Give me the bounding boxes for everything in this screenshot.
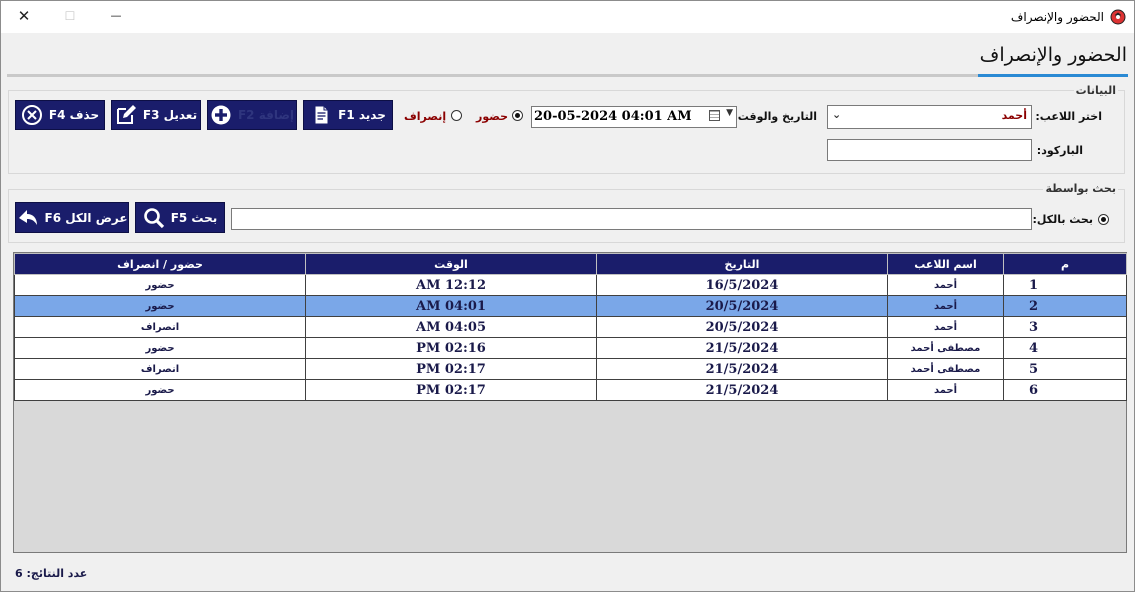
table-row[interactable]: انصراف PM 02:17 21/5/2024 مصطفى أحمد 5 <box>14 358 1127 380</box>
cell-row-number: 3 <box>1003 316 1127 338</box>
new-document-icon <box>314 105 329 125</box>
table-row[interactable]: حضور AM 12:12 16/5/2024 أحمد 1 <box>14 274 1127 296</box>
search-button[interactable]: بحث F5 <box>135 202 225 233</box>
data-group-legend: البيانات <box>1073 84 1118 97</box>
results-count-value: 6 <box>15 567 23 580</box>
attend-radio[interactable] <box>512 110 523 121</box>
results-count-label: عدد النتائج: <box>26 567 88 580</box>
cell-date: 20/5/2024 <box>596 295 888 317</box>
add-button[interactable]: إضافة F2 <box>207 100 297 130</box>
cell-date: 16/5/2024 <box>596 274 888 296</box>
header-row-number[interactable]: م <box>1003 253 1127 275</box>
chevron-down-icon: ⌄ <box>832 108 842 121</box>
datetime-label: التاريخ والوقت: <box>733 110 817 123</box>
page-title: الحضور والإنصراف <box>979 44 1127 66</box>
title-divider-accent <box>978 74 1128 77</box>
new-button[interactable]: جديد F1 <box>303 100 393 130</box>
cell-player-name: أحمد <box>887 379 1004 401</box>
cell-time: AM 04:01 <box>305 295 597 317</box>
cell-status: انصراف <box>14 358 306 380</box>
records-table: حضور / انصراف الوقت التاريخ اسم اللاعب م… <box>14 253 1127 401</box>
cell-status: حضور <box>14 337 306 359</box>
app-logo-icon <box>1110 9 1126 25</box>
table-row[interactable]: حضور PM 02:16 21/5/2024 مصطفى أحمد 4 <box>14 337 1127 359</box>
cell-row-number: 5 <box>1003 358 1127 380</box>
cell-row-number: 1 <box>1003 274 1127 296</box>
cell-date: 21/5/2024 <box>596 337 888 359</box>
results-count: عدد النتائج: 6 <box>15 567 87 580</box>
calendar-icon[interactable] <box>709 110 720 121</box>
search-all-label: بحث بالكل: <box>1032 213 1093 226</box>
edit-pencil-icon <box>116 105 136 124</box>
header-time[interactable]: الوقت <box>305 253 597 275</box>
attend-label: حضور <box>476 110 508 123</box>
new-button-label: جديد F1 <box>338 108 386 122</box>
cell-time: AM 12:12 <box>305 274 597 296</box>
header-date[interactable]: التاريخ <box>596 253 888 275</box>
cell-status: انصراف <box>14 316 306 338</box>
header-player-name[interactable]: اسم اللاعب <box>887 253 1004 275</box>
cell-date: 21/5/2024 <box>596 379 888 401</box>
title-bar: ✕ ☐ — الحضور والإنصراف <box>1 1 1134 33</box>
edit-button-label: تعديل F3 <box>142 108 198 122</box>
cell-status: حضور <box>14 379 306 401</box>
cell-player-name: أحمد <box>887 274 1004 296</box>
cell-time: AM 04:05 <box>305 316 597 338</box>
cell-status: حضور <box>14 274 306 296</box>
cell-time: PM 02:17 <box>305 379 597 401</box>
player-label: اختر اللاعب: <box>1035 110 1102 123</box>
maximize-button[interactable]: ☐ <box>47 1 93 31</box>
search-all-radio[interactable] <box>1098 214 1109 225</box>
barcode-input[interactable] <box>827 139 1032 161</box>
minimize-button[interactable]: — <box>93 1 139 31</box>
header-status[interactable]: حضور / انصراف <box>14 253 306 275</box>
leave-radio[interactable] <box>451 110 462 121</box>
player-combobox[interactable]: ⌄ أحمد <box>827 105 1032 129</box>
show-all-button[interactable]: عرض الكل F6 <box>15 202 129 233</box>
add-circle-icon <box>211 105 231 125</box>
cell-date: 20/5/2024 <box>596 316 888 338</box>
delete-button[interactable]: حذف F4 <box>15 100 105 130</box>
leave-label: إنصراف <box>404 110 447 123</box>
cell-row-number: 6 <box>1003 379 1127 401</box>
cell-time: PM 02:17 <box>305 358 597 380</box>
cell-player-name: مصطفى أحمد <box>887 358 1004 380</box>
player-value: أحمد <box>1001 109 1027 122</box>
search-button-label: بحث F5 <box>170 210 218 225</box>
table-header-row: حضور / انصراف الوقت التاريخ اسم اللاعب م <box>14 253 1127 275</box>
search-icon <box>143 207 164 228</box>
cell-row-number: 4 <box>1003 337 1127 359</box>
edit-button[interactable]: تعديل F3 <box>111 100 201 130</box>
close-button[interactable]: ✕ <box>1 1 47 31</box>
table-row[interactable]: حضور PM 02:17 21/5/2024 أحمد 6 <box>14 379 1127 401</box>
datetime-picker[interactable]: 20-05-2024 04:01 AM ▼ <box>531 106 737 128</box>
cell-date: 21/5/2024 <box>596 358 888 380</box>
barcode-label: الباركود: <box>1036 144 1083 157</box>
window-title: الحضور والإنصراف <box>1010 10 1104 24</box>
delete-circle-x-icon <box>21 105 42 125</box>
search-input[interactable] <box>231 208 1032 230</box>
cell-player-name: مصطفى أحمد <box>887 337 1004 359</box>
dropdown-arrow-icon: ▼ <box>726 108 733 118</box>
table-row-selected[interactable]: حضور AM 04:01 20/5/2024 أحمد 2 <box>14 295 1127 317</box>
back-arrow-icon <box>18 209 37 225</box>
cell-time: PM 02:16 <box>305 337 597 359</box>
cell-player-name: أحمد <box>887 316 1004 338</box>
search-group-legend: بحث بواسطة <box>1043 182 1118 195</box>
table-row[interactable]: انصراف AM 04:05 20/5/2024 أحمد 3 <box>14 316 1127 338</box>
cell-status: حضور <box>14 295 306 317</box>
cell-row-number: 2 <box>1003 295 1127 317</box>
delete-button-label: حذف F4 <box>48 108 100 122</box>
add-button-label: إضافة F2 <box>237 108 295 122</box>
cell-player-name: أحمد <box>887 295 1004 317</box>
datetime-value: 20-05-2024 04:01 AM <box>534 109 692 124</box>
title-divider <box>7 74 1127 77</box>
show-all-button-label: عرض الكل F6 <box>44 210 128 225</box>
